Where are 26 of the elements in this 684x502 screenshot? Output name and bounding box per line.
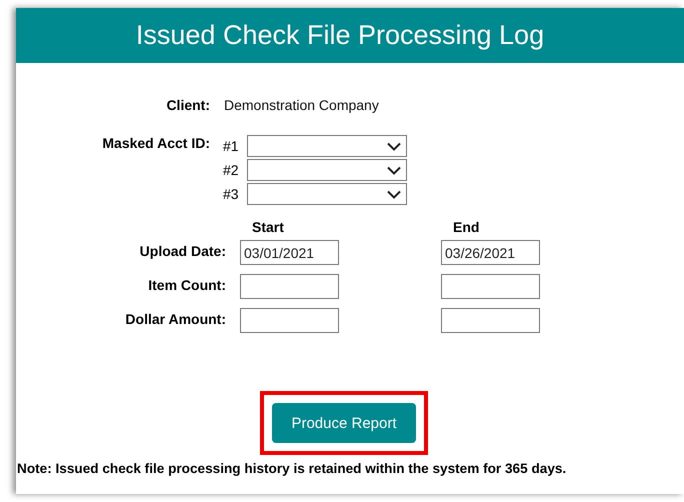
end-input[interactable] (441, 274, 540, 299)
select-number: #2 (223, 162, 240, 178)
client-name: Demonstration Company (224, 97, 379, 113)
chevron-down-icon (387, 190, 401, 198)
end-input[interactable]: 03/26/2021 (441, 240, 540, 265)
field-label: Upload Date: (138, 242, 227, 258)
chevron-down-icon (387, 166, 401, 174)
select-number: #1 (223, 138, 240, 154)
field-label: Masked Acct ID: (101, 135, 211, 151)
produce-report-button[interactable]: Produce Report (272, 403, 416, 443)
end-input[interactable] (441, 308, 540, 333)
start-input[interactable]: 03/01/2021 (240, 240, 339, 265)
page-title: Issued Check File Processing Log (136, 20, 544, 51)
column-header: End (453, 219, 480, 235)
field-label: Item Count: (147, 276, 227, 292)
start-input[interactable] (240, 308, 339, 333)
field-label: Dollar Amount: (124, 310, 227, 326)
column-header: Start (252, 219, 284, 235)
account-dropdown[interactable] (247, 183, 407, 205)
field-label: Client: (165, 97, 211, 113)
start-input[interactable] (240, 274, 339, 299)
account-dropdown[interactable] (247, 159, 407, 181)
chevron-down-icon (387, 142, 401, 150)
select-number: #3 (223, 186, 240, 202)
account-dropdown[interactable] (247, 135, 407, 157)
retention-note: Note: Issued check file processing history is retained within the system for 365 days. (16, 461, 568, 476)
